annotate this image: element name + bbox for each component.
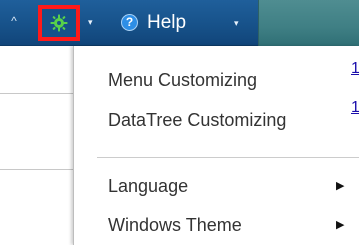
menu-gutter <box>74 46 97 245</box>
menu-item-windows-theme[interactable]: Windows Theme <box>108 214 242 236</box>
settings-gear-button[interactable] <box>38 5 80 41</box>
divider <box>0 93 73 94</box>
collapse-chevron-icon[interactable]: ^ <box>3 12 25 30</box>
menu-separator <box>97 157 359 158</box>
app-window: ^ ▾ ? Help ▾ Menu Customizing DataTree C… <box>0 0 359 245</box>
gear-icon <box>50 14 68 32</box>
page-link[interactable]: 1 <box>351 99 359 117</box>
settings-dropdown-menu: Menu Customizing DataTree Customizing La… <box>73 46 359 245</box>
divider <box>0 169 73 170</box>
gear-caret-icon[interactable]: ▾ <box>88 15 98 29</box>
help-menu-button[interactable]: ? Help ▾ <box>112 9 247 37</box>
submenu-arrow-icon: ▶ <box>336 219 345 231</box>
submenu-arrow-icon: ▶ <box>336 180 345 192</box>
help-menu-label: Help <box>147 12 187 33</box>
menu-item-menu-customizing[interactable]: Menu Customizing <box>108 69 257 91</box>
menu-item-language[interactable]: Language <box>108 175 188 197</box>
menubar-right-area <box>258 0 359 46</box>
help-question-icon: ? <box>121 14 138 31</box>
page-link[interactable]: 1 <box>351 60 359 78</box>
help-caret-icon: ▾ <box>234 18 239 28</box>
menu-item-datatree-customizing[interactable]: DataTree Customizing <box>108 109 286 131</box>
top-menubar: ^ ▾ ? Help ▾ <box>0 0 359 46</box>
page-left-strip <box>0 46 73 245</box>
